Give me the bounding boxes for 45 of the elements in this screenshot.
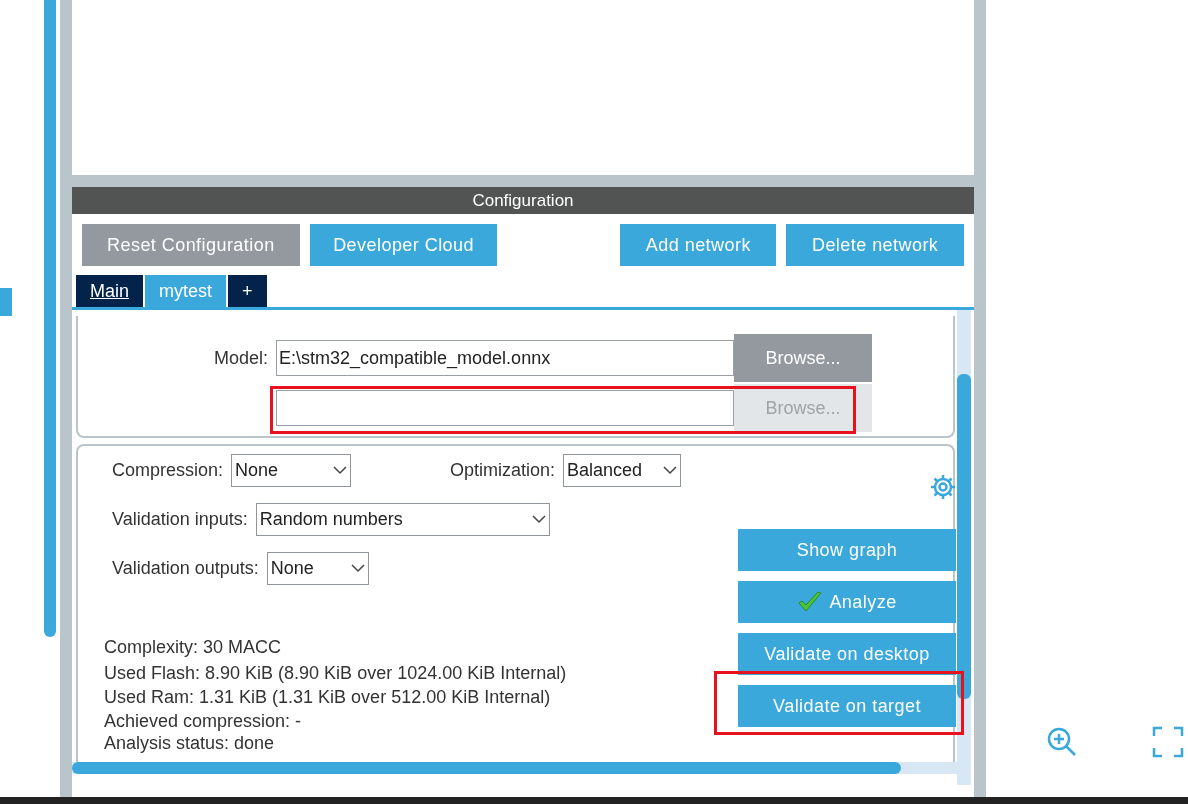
model-path-field[interactable]: E:\stm32_compatible_model.onnx <box>276 340 734 376</box>
side-button[interactable]: Validate on target <box>738 685 956 727</box>
chevron-icon <box>333 466 348 475</box>
field-label: Validation inputs: <box>112 508 249 531</box>
side-button[interactable]: Validate on desktop <box>738 633 956 675</box>
action-button[interactable]: Reset Configuration <box>82 224 300 266</box>
field-label: Validation outputs: <box>112 557 260 580</box>
scrollbar-thumb[interactable] <box>957 374 971 699</box>
dropdown-value: Balanced <box>567 459 643 482</box>
dropdown[interactable]: None <box>231 454 352 487</box>
stat-text: Analysis status: done <box>104 732 276 754</box>
stat-text: Achieved compression: - <box>104 710 303 732</box>
stat-text: Used Flash: 8.90 KiB (8.90 KiB over 1024.00 KiB Internal) <box>104 662 567 684</box>
action-button[interactable]: Add network <box>620 224 777 266</box>
stat-text: Used Ram: 1.31 KiB (1.31 KiB over 512.00 KiB Internal) <box>104 686 552 708</box>
dropdown[interactable]: Random numbers <box>255 503 550 536</box>
panel-title: Configuration <box>72 187 974 214</box>
dropdown-value: Random numbers <box>259 508 403 531</box>
file-path-field[interactable] <box>276 390 734 426</box>
dropdown-value: None <box>270 557 314 580</box>
action-button[interactable]: Developer Cloud <box>309 224 498 266</box>
field-label: Optimization: <box>450 459 557 482</box>
tab[interactable]: + <box>228 275 267 307</box>
stat-text: Complexity: 30 MACC <box>104 636 283 658</box>
dropdown[interactable]: None <box>266 552 369 585</box>
tab[interactable]: Main <box>76 275 143 307</box>
side-marker[interactable] <box>0 288 12 316</box>
side-button[interactable]: Analyze <box>738 581 956 623</box>
action-button[interactable]: Delete network <box>786 224 964 266</box>
chevron-icon <box>531 515 546 524</box>
tab[interactable]: mytest <box>145 275 227 307</box>
fullscreen-icon[interactable] <box>1152 726 1184 758</box>
dropdown-value: None <box>235 459 279 482</box>
chevron-icon <box>350 564 365 573</box>
zoom-in-icon[interactable] <box>1046 726 1078 758</box>
settings-icon[interactable] <box>930 473 956 501</box>
field-label: Model: <box>212 346 269 370</box>
scrollbar-thumb[interactable] <box>44 0 56 637</box>
field-label: Compression: <box>112 459 225 482</box>
browse-button: Browse... <box>734 384 872 432</box>
dropdown[interactable]: Balanced <box>563 454 682 487</box>
scrollbar-thumb[interactable] <box>72 762 901 774</box>
browse-button[interactable]: Browse... <box>734 334 872 382</box>
side-button[interactable]: Show graph <box>738 529 956 571</box>
chevron-icon <box>663 466 678 475</box>
